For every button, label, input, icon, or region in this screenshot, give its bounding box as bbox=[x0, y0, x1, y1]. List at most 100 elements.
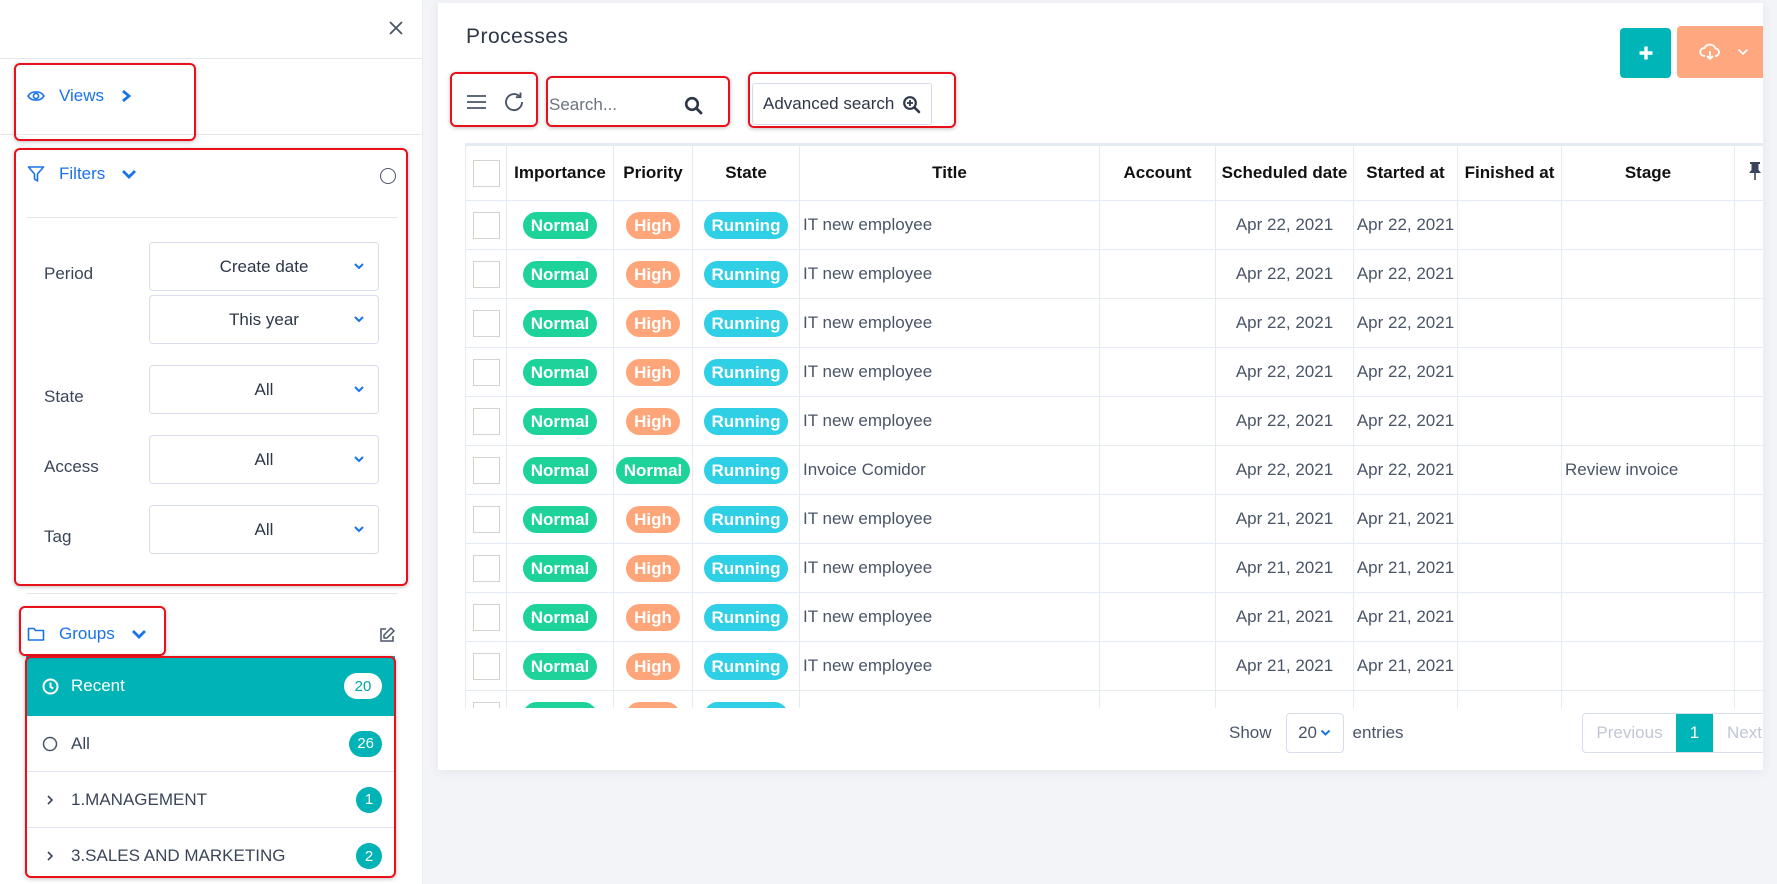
page-1-button[interactable]: 1 bbox=[1676, 714, 1713, 752]
edit-icon bbox=[380, 627, 395, 642]
filter-icon bbox=[27, 165, 45, 183]
column-header-stage[interactable]: Stage bbox=[1561, 145, 1735, 201]
cell-scheduled-date: Apr 22, 2021 bbox=[1215, 347, 1354, 397]
filters-toggle[interactable]: Filters bbox=[27, 164, 137, 184]
refresh-button[interactable] bbox=[501, 89, 527, 115]
access-select[interactable]: All bbox=[149, 435, 379, 484]
column-header-account[interactable]: Account bbox=[1099, 145, 1216, 201]
chevron-right-icon[interactable] bbox=[41, 849, 59, 863]
table-row[interactable]: Normal High Running IT new employee Apr 21, … bbox=[465, 543, 1763, 593]
close-icon bbox=[389, 21, 403, 35]
menu-button[interactable] bbox=[465, 91, 487, 113]
chevron-down-icon bbox=[354, 526, 364, 533]
column-header-priority[interactable]: Priority bbox=[613, 145, 693, 201]
tag-select[interactable]: All bbox=[149, 505, 379, 554]
pagination: Previous 1 Next bbox=[1582, 713, 1763, 753]
cell-title: IT new employee bbox=[799, 298, 1100, 348]
row-checkbox[interactable] bbox=[472, 309, 500, 337]
column-header-scheduled-date[interactable]: Scheduled date bbox=[1215, 145, 1354, 201]
cell-state: Running bbox=[692, 641, 800, 691]
cell-stage bbox=[1561, 690, 1735, 708]
group-item-management[interactable]: 1.MANAGEMENT 1 bbox=[26, 772, 395, 828]
table-row[interactable]: Normal High Running IT new employee Apr 22, … bbox=[465, 347, 1763, 397]
cell-scheduled-date: Apr 22, 2021 bbox=[1215, 249, 1354, 299]
chevron-down-icon bbox=[354, 386, 364, 393]
cell-importance: Normal bbox=[506, 690, 614, 708]
row-checkbox[interactable] bbox=[472, 652, 500, 680]
cell-account bbox=[1099, 592, 1216, 642]
table-row[interactable]: Normal High Running IT new employee Apr 21, … bbox=[465, 641, 1763, 691]
group-item-sales-and-marketing[interactable]: 3.SALES AND MARKETING 2 bbox=[26, 828, 395, 884]
views-toggle[interactable]: Views bbox=[27, 86, 132, 106]
cell-title: IT new employee bbox=[799, 347, 1100, 397]
cell-finished-at bbox=[1457, 298, 1562, 348]
table-row[interactable]: Normal High Running IT new employee Apr 22, … bbox=[465, 249, 1763, 299]
column-header-state[interactable]: State bbox=[692, 145, 800, 201]
select-all-checkbox[interactable] bbox=[472, 159, 500, 187]
pin-column-cell[interactable] bbox=[1734, 145, 1763, 201]
search-field[interactable] bbox=[549, 86, 709, 124]
cell-account bbox=[1099, 200, 1216, 250]
add-process-button[interactable] bbox=[1620, 28, 1671, 78]
pin-icon bbox=[1749, 161, 1761, 180]
reset-filters-icon[interactable] bbox=[380, 168, 396, 184]
cell-scheduled-date bbox=[1215, 690, 1354, 708]
cell-account bbox=[1099, 347, 1216, 397]
cell-finished-at bbox=[1457, 641, 1562, 691]
cell-pin bbox=[1734, 396, 1763, 446]
row-checkbox[interactable] bbox=[472, 407, 500, 435]
search-input[interactable] bbox=[549, 95, 669, 115]
table-row[interactable]: Normal High Running IT new employee Apr 22, … bbox=[465, 298, 1763, 348]
cell-finished-at bbox=[1457, 347, 1562, 397]
chevron-right-icon[interactable] bbox=[41, 793, 59, 807]
group-item-recent[interactable]: Recent 20 bbox=[26, 656, 395, 716]
table-row[interactable]: Normal High Running bbox=[465, 690, 1763, 708]
state-badge: Running bbox=[703, 603, 789, 631]
period-range-select[interactable]: This year bbox=[149, 295, 379, 344]
row-checkbox[interactable] bbox=[472, 211, 500, 239]
previous-page-button[interactable]: Previous bbox=[1583, 714, 1676, 752]
cell-title bbox=[799, 690, 1100, 708]
importance-badge: Normal bbox=[522, 309, 598, 337]
refresh-icon bbox=[505, 92, 523, 111]
column-header-finished-at[interactable]: Finished at bbox=[1457, 145, 1562, 201]
cell-pin bbox=[1734, 543, 1763, 593]
search-icon[interactable] bbox=[684, 96, 703, 115]
cell-importance: Normal bbox=[506, 494, 614, 544]
page-size-select[interactable]: 20 bbox=[1285, 713, 1344, 753]
cell-stage bbox=[1561, 396, 1735, 446]
cell-pin bbox=[1734, 249, 1763, 299]
row-checkbox[interactable] bbox=[472, 358, 500, 386]
state-select[interactable]: All bbox=[149, 365, 379, 414]
next-page-button[interactable]: Next bbox=[1713, 714, 1763, 752]
cell-stage bbox=[1561, 494, 1735, 544]
row-select-cell bbox=[465, 298, 507, 348]
table-row[interactable]: Normal High Running IT new employee Apr 21, … bbox=[465, 494, 1763, 544]
groups-toggle[interactable]: Groups bbox=[27, 624, 147, 644]
row-checkbox[interactable] bbox=[472, 554, 500, 582]
column-header-title[interactable]: Title bbox=[799, 145, 1100, 201]
column-header-importance[interactable]: Importance bbox=[506, 145, 614, 201]
table-row[interactable]: Normal High Running IT new employee Apr 22, … bbox=[465, 396, 1763, 446]
export-dropdown-button[interactable] bbox=[1677, 26, 1763, 78]
cell-title: IT new employee bbox=[799, 396, 1100, 446]
row-checkbox[interactable] bbox=[472, 505, 500, 533]
table-row[interactable]: Normal High Running IT new employee Apr 21, … bbox=[465, 592, 1763, 642]
table-row[interactable]: Normal Normal Running Invoice Comidor Apr 22… bbox=[465, 445, 1763, 495]
row-checkbox[interactable] bbox=[472, 603, 500, 631]
table-row[interactable]: Normal High Running IT new employee Apr 22, … bbox=[465, 200, 1763, 250]
cell-account bbox=[1099, 445, 1216, 495]
advanced-search-button[interactable]: Advanced search bbox=[752, 83, 932, 125]
column-header-started-at[interactable]: Started at bbox=[1353, 145, 1458, 201]
cell-account bbox=[1099, 249, 1216, 299]
edit-groups-button[interactable] bbox=[378, 626, 396, 644]
close-sidebar-button[interactable] bbox=[384, 16, 408, 40]
row-checkbox[interactable] bbox=[472, 701, 500, 708]
group-label: 1.MANAGEMENT bbox=[71, 789, 208, 809]
row-checkbox[interactable] bbox=[472, 260, 500, 288]
group-item-all[interactable]: All 26 bbox=[26, 716, 395, 772]
views-label: Views bbox=[59, 86, 105, 105]
period-type-select[interactable]: Create date bbox=[149, 242, 379, 291]
cell-scheduled-date: Apr 22, 2021 bbox=[1215, 396, 1354, 446]
row-checkbox[interactable] bbox=[472, 456, 500, 484]
